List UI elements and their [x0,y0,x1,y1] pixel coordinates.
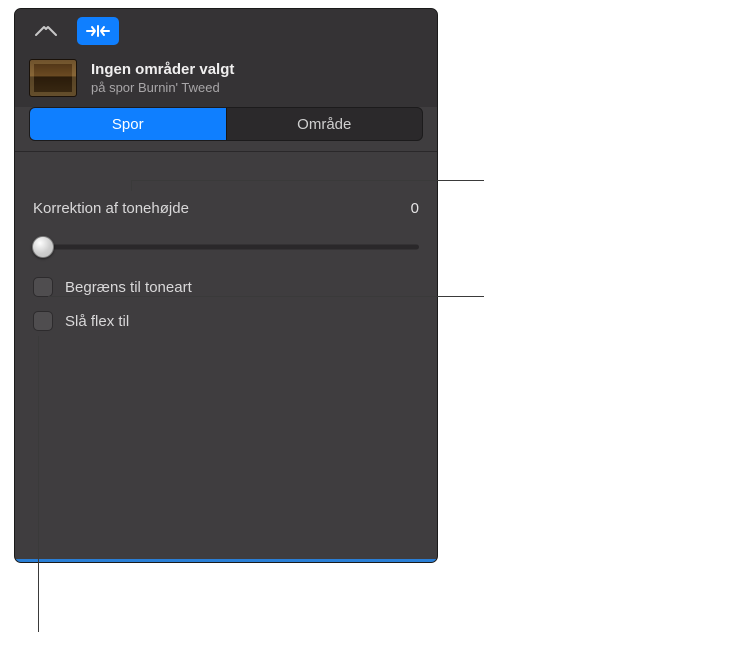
callout-leader [38,336,39,632]
inspector-title: Ingen områder valgt [91,61,234,78]
slider-thumb[interactable] [32,236,54,258]
pitch-correction-label: Korrektion af tonehøjde [33,200,189,217]
tab-region[interactable]: Område [227,108,423,140]
link-icon-button[interactable] [25,17,67,45]
collapse-icon-button[interactable] [77,17,119,45]
track-thumbnail [29,59,77,97]
inspector-toolbar [15,9,437,49]
callout-leader [132,180,484,181]
segmented-control: Spor Område [29,107,423,141]
pitch-correction-value[interactable]: 0 [411,200,419,217]
pitch-correction-slider[interactable] [33,235,419,259]
header-text: Ingen områder valgt på spor Burnin' Twee… [91,61,234,95]
collapse-horizontal-icon [85,24,111,38]
limit-to-key-row: Begræns til toneart [33,277,419,297]
inspector-subtitle: på spor Burnin' Tweed [91,80,234,95]
tab-track[interactable]: Spor [30,108,226,140]
link-icon [33,24,59,38]
enable-flex-row: Slå flex til [33,311,419,331]
limit-to-key-label: Begræns til toneart [65,279,192,296]
enable-flex-label: Slå flex til [65,313,129,330]
inspector-panel: Ingen områder valgt på spor Burnin' Twee… [14,8,438,563]
limit-to-key-checkbox[interactable] [33,277,53,297]
callout-leader [48,296,484,297]
slider-track [33,245,419,250]
pitch-correction-row: Korrektion af tonehøjde 0 [33,200,419,217]
callout-leader [131,180,132,191]
inspector-header: Ingen områder valgt på spor Burnin' Twee… [15,49,437,107]
enable-flex-checkbox[interactable] [33,311,53,331]
